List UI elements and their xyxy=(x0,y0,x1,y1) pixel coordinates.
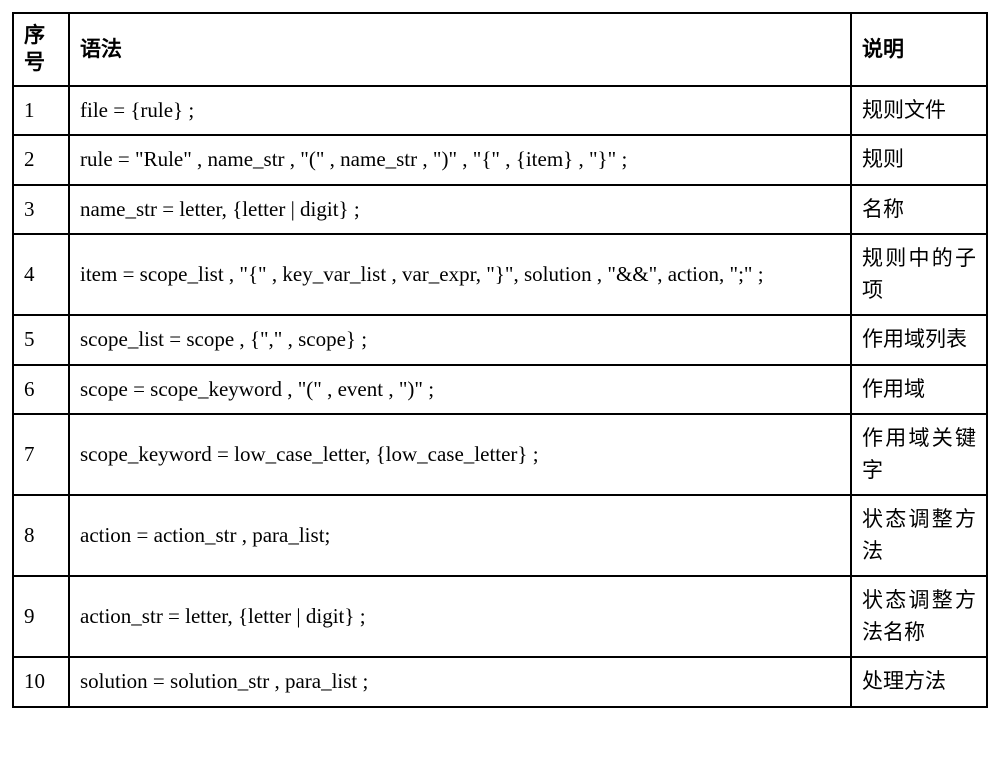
desc-cell: 规则 xyxy=(851,135,987,185)
grammar-cell: file = {rule} ; xyxy=(69,86,851,136)
seq-cell: 5 xyxy=(13,315,69,365)
desc-cell: 作用域 xyxy=(851,365,987,415)
header-seq: 序号 xyxy=(13,13,69,86)
desc-cell: 作用域列表 xyxy=(851,315,987,365)
grammar-cell: action = action_str , para_list; xyxy=(69,495,851,576)
header-row: 序号 语法 说明 xyxy=(13,13,987,86)
seq-cell: 2 xyxy=(13,135,69,185)
seq-cell: 8 xyxy=(13,495,69,576)
grammar-table: 序号 语法 说明 1 file = {rule} ; 规则文件 2 rule =… xyxy=(12,12,988,708)
table-row: 6 scope = scope_keyword , "(" , event , … xyxy=(13,365,987,415)
desc-cell: 名称 xyxy=(851,185,987,235)
desc-cell: 处理方法 xyxy=(851,657,987,707)
header-desc: 说明 xyxy=(851,13,987,86)
desc-cell: 规则文件 xyxy=(851,86,987,136)
table-row: 5 scope_list = scope , {"," , scope} ; 作… xyxy=(13,315,987,365)
grammar-cell: scope = scope_keyword , "(" , event , ")… xyxy=(69,365,851,415)
grammar-cell: action_str = letter, {letter | digit} ; xyxy=(69,576,851,657)
grammar-cell: rule = "Rule" , name_str , "(" , name_st… xyxy=(69,135,851,185)
grammar-cell: solution = solution_str , para_list ; xyxy=(69,657,851,707)
table-row: 2 rule = "Rule" , name_str , "(" , name_… xyxy=(13,135,987,185)
table-row: 4 item = scope_list , "{" , key_var_list… xyxy=(13,234,987,315)
seq-cell: 4 xyxy=(13,234,69,315)
seq-cell: 7 xyxy=(13,414,69,495)
table-row: 10 solution = solution_str , para_list ;… xyxy=(13,657,987,707)
desc-cell: 状态调整方法名称 xyxy=(851,576,987,657)
table-row: 9 action_str = letter, {letter | digit} … xyxy=(13,576,987,657)
seq-cell: 6 xyxy=(13,365,69,415)
desc-cell: 状态调整方法 xyxy=(851,495,987,576)
seq-cell: 10 xyxy=(13,657,69,707)
grammar-cell: item = scope_list , "{" , key_var_list ,… xyxy=(69,234,851,315)
table-row: 8 action = action_str , para_list; 状态调整方… xyxy=(13,495,987,576)
table-row: 3 name_str = letter, {letter | digit} ; … xyxy=(13,185,987,235)
desc-cell: 作用域关键字 xyxy=(851,414,987,495)
grammar-cell: scope_list = scope , {"," , scope} ; xyxy=(69,315,851,365)
seq-cell: 1 xyxy=(13,86,69,136)
grammar-cell: scope_keyword = low_case_letter, {low_ca… xyxy=(69,414,851,495)
seq-cell: 3 xyxy=(13,185,69,235)
table-row: 1 file = {rule} ; 规则文件 xyxy=(13,86,987,136)
seq-cell: 9 xyxy=(13,576,69,657)
grammar-cell: name_str = letter, {letter | digit} ; xyxy=(69,185,851,235)
desc-cell: 规则中的子项 xyxy=(851,234,987,315)
table-row: 7 scope_keyword = low_case_letter, {low_… xyxy=(13,414,987,495)
header-grammar: 语法 xyxy=(69,13,851,86)
